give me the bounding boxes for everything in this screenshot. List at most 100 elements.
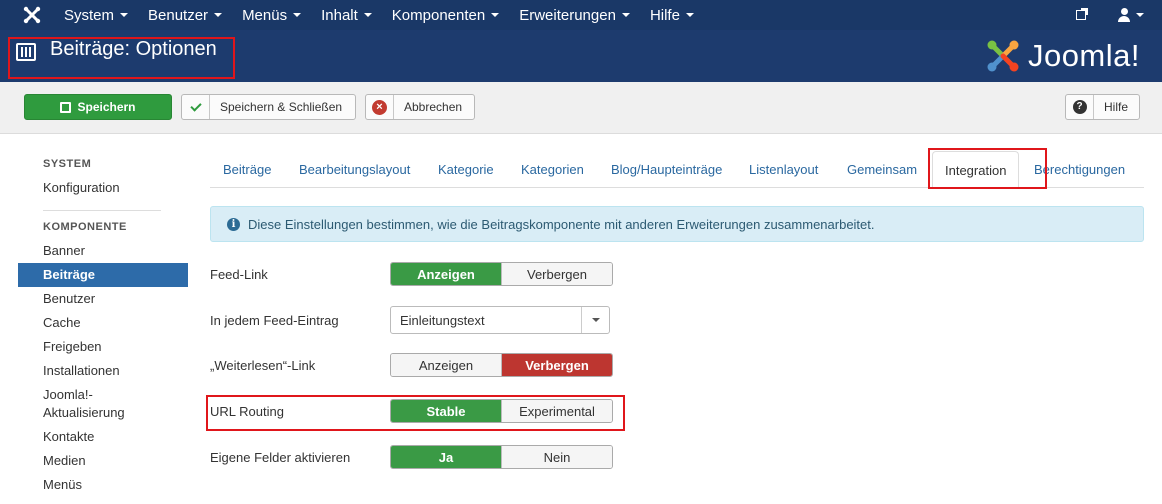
- sidebar: SYSTEM Konfiguration KOMPONENTE Banner B…: [18, 148, 188, 497]
- sidebar-heading-component: KOMPONENTE: [43, 221, 127, 233]
- option-anzeigen[interactable]: Anzeigen: [391, 354, 502, 376]
- tab-blog-haupteintraege[interactable]: Blog/Haupteinträge: [611, 162, 722, 177]
- option-nein[interactable]: Nein: [502, 446, 612, 468]
- tab-gemeinsam[interactable]: Gemeinsam: [847, 162, 917, 177]
- tab-integration[interactable]: Integration: [932, 151, 1020, 188]
- close-icon: ×: [372, 99, 387, 115]
- caret-down-icon: [363, 13, 372, 17]
- info-alert: i Diese Einstellungen bestimmen, wie die…: [210, 206, 1144, 242]
- option-experimental[interactable]: Experimental: [502, 400, 612, 422]
- field-label: In jedem Feed-Eintrag: [210, 313, 339, 328]
- menu-label: Benutzer: [148, 6, 209, 24]
- joomla-logo-icon: [987, 40, 1019, 72]
- sidebar-item-label: Joomla!-Aktualisierung: [43, 387, 125, 420]
- option-ja[interactable]: Ja: [391, 446, 502, 468]
- caret-down-icon: [591, 318, 600, 322]
- save-close-button[interactable]: Speichern & Schließen: [181, 94, 356, 120]
- field-url-routing: URL Routing Stable Experimental: [210, 399, 630, 425]
- save-label: Speichern: [77, 100, 136, 114]
- sliders-icon: [16, 43, 36, 61]
- menu-system[interactable]: System: [64, 7, 129, 24]
- save-button[interactable]: Speichern: [24, 94, 172, 120]
- cancel-button[interactable]: × Abbrechen: [365, 94, 475, 120]
- menu-inhalt[interactable]: Inhalt: [321, 7, 372, 24]
- sidebar-item-konfiguration[interactable]: Konfiguration: [18, 176, 188, 200]
- tab-beitraege[interactable]: Beiträge: [223, 162, 271, 177]
- help-label: Hilfe: [1104, 100, 1129, 114]
- caret-down-icon: [1136, 13, 1144, 17]
- caret-down-icon: [120, 13, 129, 17]
- select-arrow: [581, 307, 609, 333]
- menu-label: Erweiterungen: [519, 6, 616, 24]
- tab-listenlayout[interactable]: Listenlayout: [749, 162, 818, 177]
- sidebar-item-joomla-update[interactable]: Joomla!-Aktualisierung: [18, 383, 188, 425]
- feed-link-toggle: Anzeigen Verbergen: [390, 262, 613, 286]
- toolbar: Speichern Speichern & Schließen × Abbrec…: [0, 82, 1162, 134]
- page-title: Beiträge: Optionen: [50, 38, 217, 60]
- sidebar-item-menues[interactable]: Menüs: [18, 473, 188, 497]
- caret-down-icon: [491, 13, 500, 17]
- nav-right: [1076, 0, 1162, 30]
- option-verbergen[interactable]: Verbergen: [502, 263, 612, 285]
- menu-komponenten[interactable]: Komponenten: [392, 7, 500, 24]
- tab-kategorien[interactable]: Kategorien: [521, 162, 584, 177]
- help-icon-wrap: ?: [1066, 95, 1094, 119]
- feed-entry-select[interactable]: Einleitungstext: [390, 306, 610, 334]
- top-navbar: System Benutzer Menüs Inhalt Komponenten…: [0, 0, 1162, 30]
- field-label: Feed-Link: [210, 267, 268, 282]
- field-label: Eigene Felder aktivieren: [210, 450, 351, 465]
- tab-berechtigungen[interactable]: Berechtigungen: [1034, 162, 1125, 177]
- caret-down-icon: [685, 13, 694, 17]
- menu-hilfe[interactable]: Hilfe: [650, 7, 694, 24]
- tab-bearbeitungslayout[interactable]: Bearbeitungslayout: [299, 162, 410, 177]
- custom-fields-toggle: Ja Nein: [390, 445, 613, 469]
- user-menu[interactable]: [1118, 8, 1144, 22]
- cancel-label: Abbrechen: [404, 100, 463, 114]
- joomla-brand-logo: Joomla!: [984, 36, 1140, 76]
- menu-menues[interactable]: Menüs: [242, 6, 302, 24]
- option-verbergen[interactable]: Verbergen: [502, 354, 612, 376]
- field-custom-fields: Eigene Felder aktivieren Ja Nein: [210, 445, 630, 471]
- sidebar-heading-system: SYSTEM: [43, 158, 92, 170]
- caret-down-icon: [214, 13, 223, 17]
- sidebar-item-cache[interactable]: Cache: [18, 311, 188, 335]
- menu-label: Menüs: [242, 6, 288, 24]
- sidebar-item-medien[interactable]: Medien: [18, 449, 188, 473]
- external-link-icon[interactable]: [1076, 8, 1088, 20]
- tab-kategorie[interactable]: Kategorie: [438, 162, 494, 177]
- options-tabs: Beiträge Bearbeitungslayout Kategorie Ka…: [210, 148, 1144, 188]
- menu-erweiterungen[interactable]: Erweiterungen: [519, 7, 630, 24]
- option-anzeigen[interactable]: Anzeigen: [391, 263, 502, 285]
- menu-label: Hilfe: [649, 6, 680, 24]
- brand-wordmark: Joomla!: [1027, 38, 1140, 73]
- sidebar-item-beitraege[interactable]: Beiträge: [18, 263, 188, 287]
- joomla-icon[interactable]: [22, 5, 42, 25]
- user-icon: [1118, 8, 1130, 22]
- option-stable[interactable]: Stable: [391, 400, 502, 422]
- readmore-toggle: Anzeigen Verbergen: [390, 353, 613, 377]
- sidebar-item-installationen[interactable]: Installationen: [18, 359, 188, 383]
- sidebar-divider: [43, 210, 161, 211]
- field-label: URL Routing: [210, 404, 284, 419]
- sidebar-item-banner[interactable]: Banner: [18, 239, 188, 263]
- check-icon-wrap: [182, 95, 210, 119]
- sidebar-item-freigeben[interactable]: Freigeben: [18, 335, 188, 359]
- menu-benutzer[interactable]: Benutzer: [148, 6, 223, 24]
- edit-icon: [60, 101, 72, 113]
- field-feed-entry: In jedem Feed-Eintrag Einleitungstext: [210, 306, 630, 334]
- main-menu: System Benutzer Menüs Inhalt Komponenten…: [64, 0, 714, 30]
- select-value: Einleitungstext: [400, 312, 485, 328]
- sidebar-item-kontakte[interactable]: Kontakte: [18, 425, 188, 449]
- field-readmore: „Weiterlesen“-Link Anzeigen Verbergen: [210, 353, 630, 379]
- save-close-label: Speichern & Schließen: [220, 100, 343, 114]
- field-feed-link: Feed-Link Anzeigen Verbergen: [210, 262, 630, 288]
- menu-label: Inhalt: [321, 6, 358, 24]
- sidebar-item-benutzer[interactable]: Benutzer: [18, 287, 188, 311]
- caret-down-icon: [621, 13, 630, 17]
- info-message: Diese Einstellungen bestimmen, wie die B…: [248, 216, 875, 232]
- question-icon: ?: [1072, 100, 1087, 114]
- field-label: „Weiterlesen“-Link: [210, 358, 316, 373]
- help-button[interactable]: ? Hilfe: [1065, 94, 1140, 120]
- check-icon: [189, 99, 202, 112]
- cancel-icon-wrap: ×: [366, 95, 394, 119]
